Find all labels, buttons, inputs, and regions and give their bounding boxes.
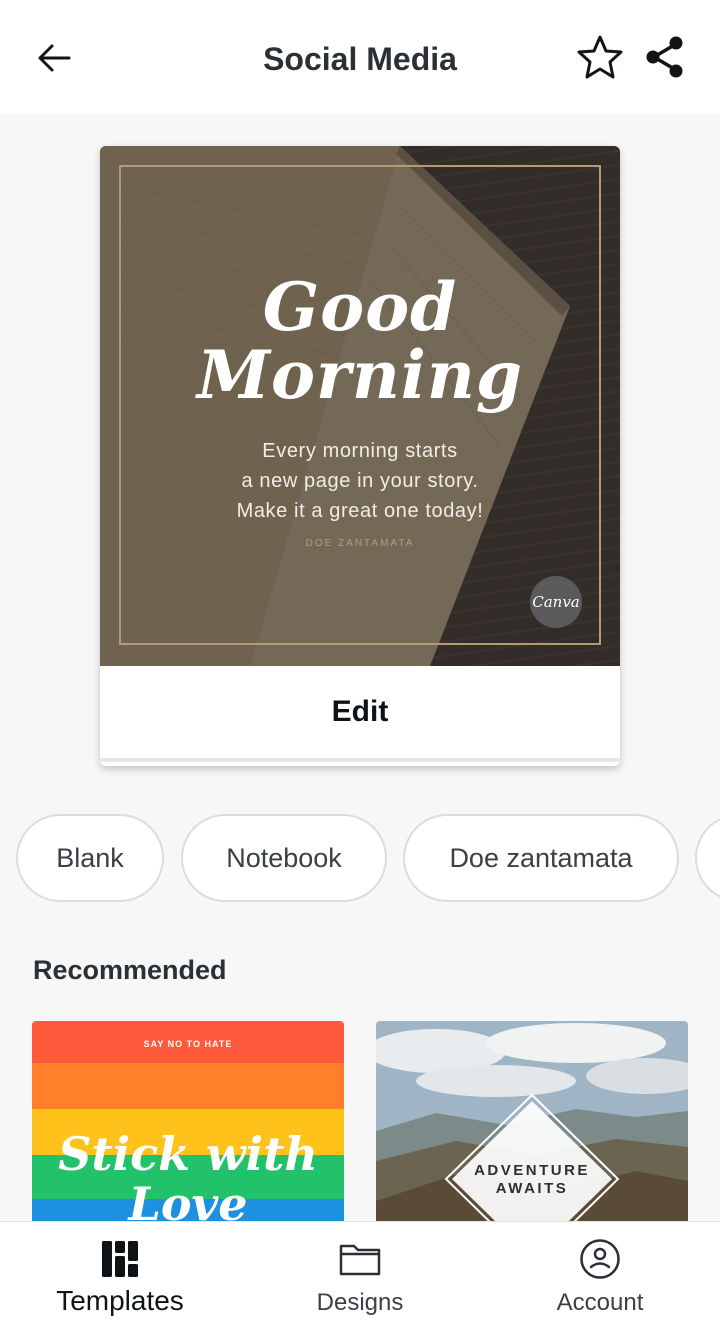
- design-quote-line1: Every morning starts: [262, 440, 458, 462]
- canva-logo-badge: Canva: [530, 576, 582, 628]
- chip-more[interactable]: [695, 814, 720, 902]
- account-circle-icon: [579, 1238, 621, 1285]
- template-1-script-line1: Stick with: [58, 1127, 318, 1181]
- design-headline-line2: Morning: [196, 336, 524, 414]
- recommended-template-1[interactable]: SAY NO TO HATE Stick with Love: [32, 1021, 344, 1241]
- chip-doe-zantamata[interactable]: Doe zantamata: [403, 814, 679, 902]
- nav-account-label: Account: [556, 1289, 644, 1316]
- bottom-navigation: Templates Designs Account: [0, 1221, 720, 1328]
- share-button[interactable]: [640, 34, 690, 84]
- chip-blank[interactable]: Blank: [16, 814, 164, 902]
- favorite-button[interactable]: [574, 34, 626, 84]
- design-quote-line3: Make it a great one today!: [236, 500, 484, 522]
- star-outline-icon: [576, 34, 624, 85]
- template-preview-card: Good Morning Every morning starts a new …: [100, 146, 620, 766]
- rainbow-stripe: [32, 1063, 344, 1109]
- recommended-template-2[interactable]: ADVENTURE AWAITS: [376, 1021, 688, 1241]
- template-preview-image[interactable]: Good Morning Every morning starts a new …: [100, 146, 620, 666]
- nav-account[interactable]: Account: [480, 1222, 720, 1328]
- diamond-frame: [444, 1093, 620, 1241]
- edit-button[interactable]: Edit: [100, 666, 620, 762]
- folder-icon: [339, 1242, 381, 1281]
- template-2-text-line2: AWAITS: [495, 1180, 569, 1197]
- nav-designs-label: Designs: [316, 1289, 404, 1316]
- nav-templates[interactable]: Templates: [0, 1222, 240, 1328]
- chip-notebook[interactable]: Notebook: [181, 814, 387, 902]
- share-icon: [644, 35, 686, 84]
- design-quote-line2: a new page in your story.: [241, 470, 479, 492]
- nav-designs[interactable]: Designs: [240, 1222, 480, 1328]
- design-author: DOE ZANTAMATA: [305, 538, 415, 549]
- nav-templates-label: Templates: [56, 1285, 184, 1316]
- tag-chips: Blank Notebook Doe zantamata: [16, 814, 720, 902]
- templates-grid-icon: [101, 1240, 139, 1283]
- design-headline-line1: Good: [262, 268, 458, 346]
- top-app-bar: Social Media: [0, 0, 720, 114]
- template-1-small-text: SAY NO TO HATE: [143, 1039, 233, 1049]
- template-2-text-line1: ADVENTURE: [474, 1162, 590, 1179]
- recommended-heading: Recommended: [33, 955, 227, 985]
